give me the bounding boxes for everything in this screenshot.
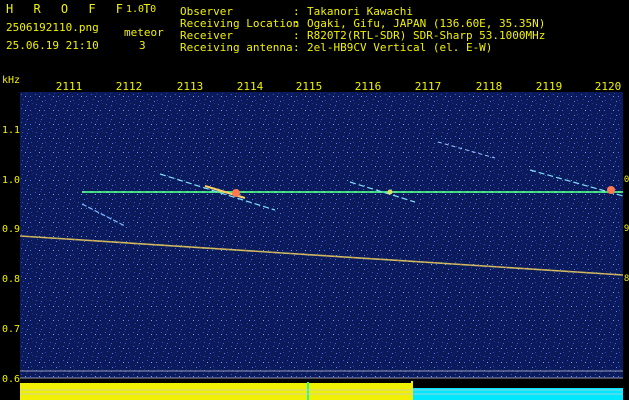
meteor-head <box>232 189 240 197</box>
level-bar-yellow <box>20 383 412 400</box>
info-value-antenna: 2el-HB9CV Vertical (el. E-W) <box>307 41 493 54</box>
freq-tick: 0.9 <box>2 224 21 235</box>
meteor-label: meteor <box>124 26 164 39</box>
time-axis: 2111 2112 2113 2114 2115 2116 2117 2118 … <box>0 72 629 93</box>
freq-tick: 0.8 <box>2 274 21 285</box>
version-label: 1.0.0 <box>126 4 157 15</box>
freq-tick: 0.6 <box>2 374 21 385</box>
freq-tick: 0.7 <box>2 324 21 335</box>
meteor-head <box>607 186 615 194</box>
meteor-head <box>387 189 393 195</box>
spectrogram <box>20 92 623 400</box>
header-panel: H R O F F T 1.0.0 2506192110.png meteor … <box>0 0 629 72</box>
meteor-count: 3 <box>139 39 146 52</box>
freq-tick: 1.0 <box>2 175 21 186</box>
filename-label: 2506192110.png <box>6 21 99 34</box>
timestamp-label: 25.06.19 21:10 <box>6 39 99 52</box>
noise-floor <box>20 92 623 378</box>
info-key-antenna: Receiving antenna <box>180 41 293 54</box>
info-sep-antenna: : <box>293 41 300 54</box>
freq-tick: 1.1 <box>2 125 21 136</box>
